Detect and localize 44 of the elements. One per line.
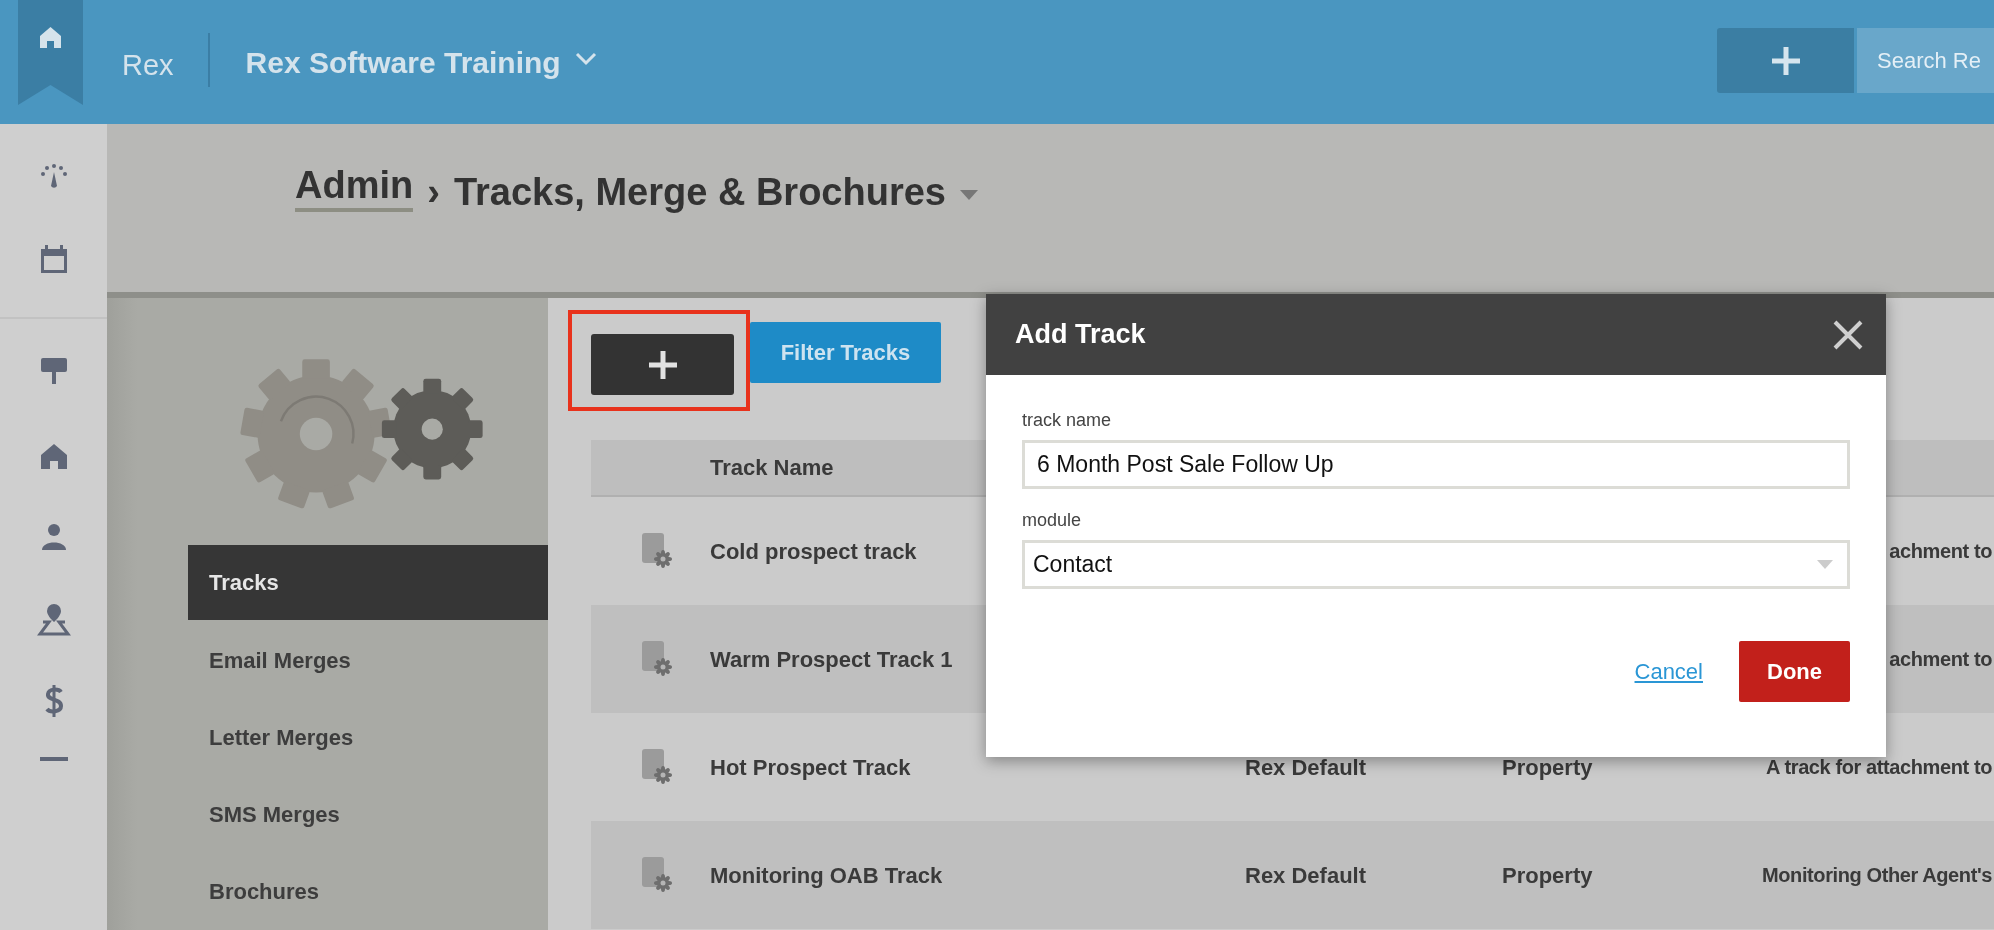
table-cell: A track for attachment to [1766,756,1992,778]
add-track-button[interactable] [591,334,734,395]
track-settings-icon [642,641,672,677]
page-title: Tracks, Merge & Brochures [453,170,946,215]
table-cell[interactable]: Cold prospect track [710,538,917,564]
track-settings-icon [642,749,672,785]
table-cell[interactable]: Hot Prospect Track [710,754,911,780]
brand-name: Rex [122,48,174,83]
breadcrumb-link[interactable]: Admin [295,164,414,212]
caret-icon [1817,560,1833,569]
sidebar-item[interactable]: Tracks [188,545,548,620]
close-button[interactable] [1832,318,1864,351]
field-label: module [1022,509,1083,532]
add-button[interactable] [1717,28,1854,93]
breadcrumb-separator: › [427,170,440,215]
chevron-down-icon[interactable] [574,52,597,66]
table-cell: Monitoring Other Agent's [1762,864,1992,886]
cancel-link[interactable]: Cancel [1634,655,1703,688]
plus-icon [1771,46,1800,75]
table-cell: Property [1502,754,1593,780]
table-cell: Rex Default [1245,862,1367,888]
field-label: track name [1022,409,1113,432]
sidebar-item[interactable]: Email Merges [188,622,548,699]
table-cell: Rex Default [1245,754,1367,780]
table-cell[interactable]: Monitoring OAB Track [710,862,943,888]
input-field[interactable]: 6 Month Post Sale Follow Up [1022,440,1850,489]
caret-icon[interactable] [959,190,978,200]
search-field[interactable]: Search Re [1857,28,1994,93]
done-button[interactable]: Done [1739,641,1850,702]
table-cell: achment to [1889,540,1992,562]
dialog-title: Add Track [1015,318,1146,352]
close-icon [1832,318,1864,351]
sidebar-item[interactable]: SMS Merges [188,776,548,853]
plus-icon [648,350,677,379]
dropdown[interactable]: Contact [1022,540,1850,589]
track-settings-icon [642,533,672,569]
map-pin-icon[interactable] [36,602,71,636]
table-cell: achment to [1889,648,1992,670]
sidebar-item[interactable]: Brochures [188,853,548,930]
sidebar-item[interactable]: Letter Merges [188,699,548,776]
table-cell: Property [1502,862,1593,888]
table-cell[interactable]: Warm Prospect Track 1 [710,646,953,672]
home-tab-icon[interactable] [18,0,83,105]
track-settings-icon [642,857,672,893]
